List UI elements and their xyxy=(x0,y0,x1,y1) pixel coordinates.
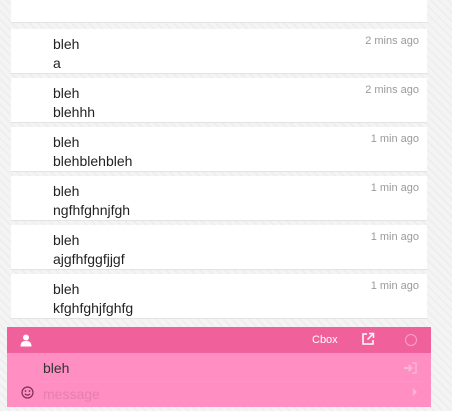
divider xyxy=(43,381,423,382)
message-text: a xyxy=(53,55,61,71)
message-item: bleh ngfhfghnjfgh 1 min ago xyxy=(11,176,427,221)
message-author[interactable]: bleh xyxy=(53,36,79,52)
message-text: ngfhfghnjfgh xyxy=(53,202,131,218)
message-item: bleh blehhh 2 mins ago xyxy=(11,78,427,123)
message-input[interactable] xyxy=(43,384,403,404)
cbox-link[interactable]: Cbox xyxy=(312,334,338,346)
message-time: 1 min ago xyxy=(370,280,419,292)
message-text: ajgfhfggfjjgf xyxy=(53,251,125,267)
message-time: 2 mins ago xyxy=(365,84,419,96)
message-item: bleh blehblehbleh 1 min ago xyxy=(11,127,427,172)
caret-right-icon[interactable] xyxy=(411,387,419,397)
popout-icon[interactable] xyxy=(361,332,375,346)
partial-message: · · · · · · · · · · · · · · xyxy=(11,0,427,23)
message-item: bleh ajgfhfggfjjgf 1 min ago xyxy=(11,225,427,270)
message-time: 1 min ago xyxy=(370,231,419,243)
message-text: blehhh xyxy=(53,104,96,120)
sign-in-icon[interactable] xyxy=(403,362,417,374)
smiley-icon[interactable] xyxy=(21,386,34,399)
message-author[interactable]: bleh xyxy=(53,232,79,248)
message-item: bleh kfghfghjfghfg 1 min ago xyxy=(11,274,427,319)
message-list: · · · · · · · · · · · · · · bleh a 2 min… xyxy=(11,0,427,325)
name-field[interactable]: bleh xyxy=(43,358,403,378)
message-text: kfghfghjfghfg xyxy=(53,300,134,316)
message-author[interactable]: bleh xyxy=(53,85,79,101)
message-author[interactable]: bleh xyxy=(53,183,79,199)
message-item: bleh a 2 mins ago xyxy=(11,29,427,74)
cbox-toolbar: Cbox xyxy=(7,327,431,353)
message-author[interactable]: bleh xyxy=(53,134,79,150)
message-text: blehblehbleh xyxy=(53,153,133,169)
user-icon[interactable] xyxy=(19,333,33,347)
post-form: bleh xyxy=(7,353,431,407)
circle-icon[interactable] xyxy=(405,334,417,346)
message-time: 1 min ago xyxy=(370,133,419,145)
message-author[interactable]: bleh xyxy=(53,281,79,297)
message-time: 1 min ago xyxy=(370,182,419,194)
message-time: 2 mins ago xyxy=(365,35,419,47)
